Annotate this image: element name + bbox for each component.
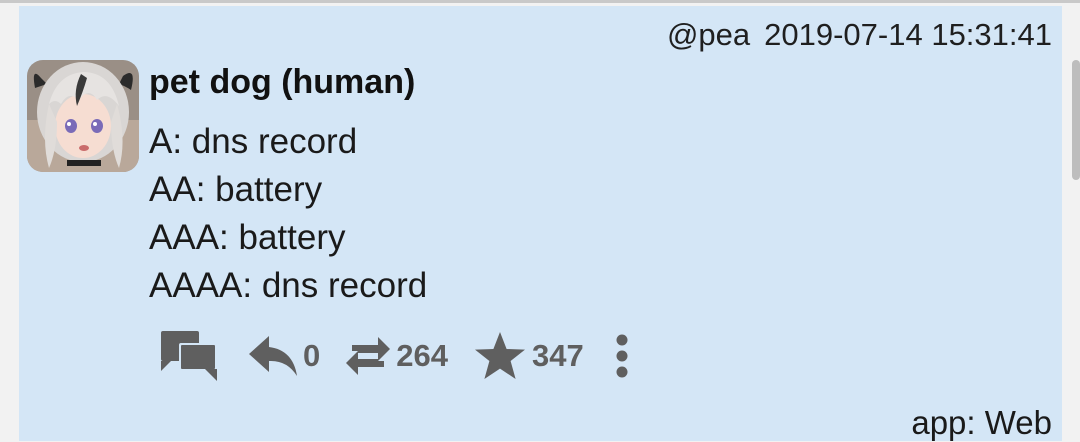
body-line: AA: battery — [149, 170, 323, 209]
scrollbar[interactable] — [1072, 60, 1080, 180]
post-meta: @pea 2019-07-14 15:31:41 — [667, 17, 1052, 53]
conversation-icon — [161, 331, 217, 381]
conversation-button[interactable] — [159, 327, 223, 385]
repeat-button[interactable]: 264 — [344, 331, 448, 381]
post-body: A: dns record AA: battery AAA: battery A… — [149, 118, 427, 310]
more-vertical-icon — [616, 334, 628, 378]
more-options-button[interactable] — [614, 332, 630, 380]
favorite-button[interactable]: 347 — [472, 330, 584, 382]
body-line: AAAA: dns record — [149, 266, 428, 305]
post-timestamp[interactable]: 2019-07-14 15:31:41 — [764, 17, 1052, 52]
reply-button[interactable]: 0 — [247, 334, 320, 378]
display-name[interactable]: pet dog (human) — [149, 63, 415, 102]
action-bar: 0 264 347 — [159, 324, 630, 388]
top-divider — [0, 0, 1080, 3]
star-icon — [474, 332, 525, 379]
body-line: A: dns record — [149, 122, 358, 161]
avatar-image — [27, 60, 139, 172]
post-card[interactable]: @pea 2019-07-14 15:31:41 pet dog (human)… — [19, 6, 1062, 441]
reply-icon — [249, 336, 297, 376]
repeat-count: 264 — [396, 338, 448, 373]
user-handle[interactable]: @pea — [667, 17, 750, 52]
reply-count: 0 — [303, 338, 321, 373]
favorite-count: 347 — [531, 338, 584, 373]
repeat-icon — [346, 337, 391, 375]
body-line: AAA: battery — [149, 218, 346, 257]
avatar[interactable] — [27, 60, 139, 172]
app-source: app: Web — [911, 404, 1052, 441]
